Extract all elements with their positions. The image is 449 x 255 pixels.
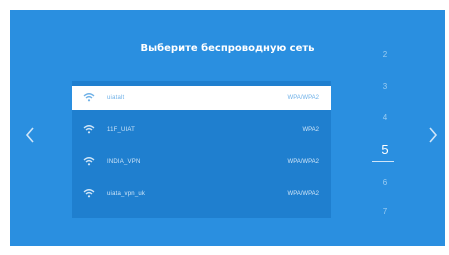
network-security: WPA/WPA2 — [287, 95, 319, 101]
wifi-icon — [83, 93, 95, 102]
network-row[interactable]: 11F_UIAT WPA2 — [72, 118, 331, 142]
wifi-select-panel: Выберите беспроводную сеть uiatalt WPA/W… — [10, 10, 445, 246]
page-number-current[interactable]: 5 — [370, 142, 400, 157]
wifi-icon — [83, 189, 95, 198]
network-security: WPA/WPA2 — [287, 159, 319, 165]
network-ssid: uiatalt — [107, 95, 125, 101]
network-list: uiatalt WPA/WPA2 11F_UIAT WPA2 INDIA_VPN… — [72, 81, 331, 218]
network-security: WPA/WPA2 — [287, 191, 319, 197]
network-ssid: INDIA_VPN — [107, 159, 141, 165]
network-ssid: 11F_UIAT — [107, 127, 136, 133]
page-number[interactable]: 2 — [370, 50, 400, 59]
page-number[interactable]: 7 — [370, 207, 400, 216]
page-number[interactable]: 4 — [370, 113, 400, 122]
network-row[interactable]: uiata_vpn_uk WPA/WPA2 — [72, 182, 331, 206]
page-number[interactable]: 3 — [370, 82, 400, 91]
network-row[interactable]: uiatalt WPA/WPA2 — [72, 86, 331, 110]
network-security: WPA2 — [302, 127, 319, 133]
network-ssid: uiata_vpn_uk — [107, 191, 146, 197]
wifi-icon — [83, 157, 95, 166]
network-row[interactable]: INDIA_VPN WPA/WPA2 — [72, 150, 331, 174]
page-number-picker[interactable]: 2 3 4 5 6 7 — [370, 10, 400, 246]
page-number[interactable]: 6 — [370, 178, 400, 187]
chevron-left-icon[interactable] — [23, 125, 37, 145]
current-page-underline — [372, 161, 394, 162]
screen: Выберите беспроводную сеть uiatalt WPA/W… — [0, 0, 449, 255]
chevron-right-icon[interactable] — [426, 125, 440, 145]
wifi-icon — [83, 125, 95, 134]
